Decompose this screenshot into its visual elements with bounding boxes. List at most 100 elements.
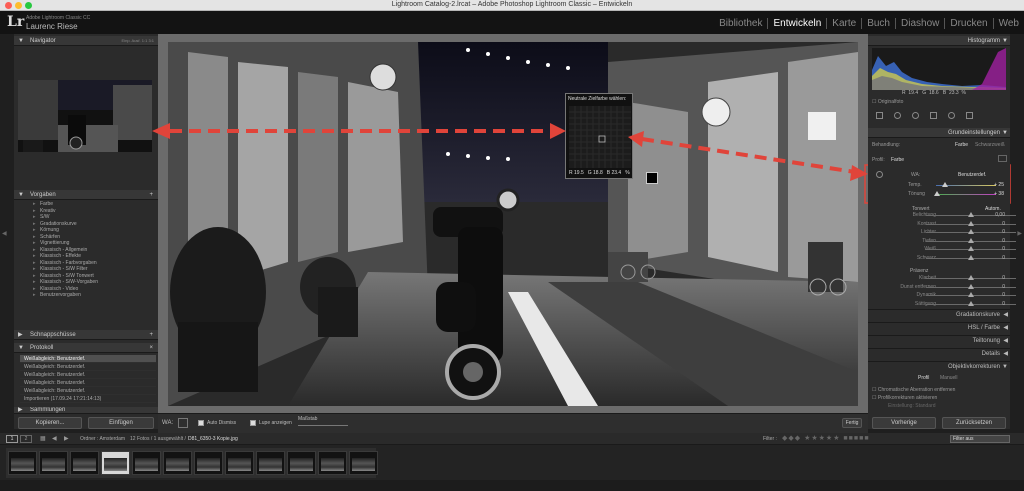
- forward-icon[interactable]: ▶: [64, 435, 69, 442]
- graduated-filter-icon[interactable]: [930, 112, 937, 119]
- history-step[interactable]: Weißabgleich: Benutzerdef.: [20, 387, 156, 395]
- history-step[interactable]: Weißabgleich: Benutzerdef.: [20, 355, 156, 363]
- slider-value[interactable]: 0,00: [995, 212, 1005, 218]
- history-step[interactable]: Weißabgleich: Benutzerdef.: [20, 371, 156, 379]
- slider-knob[interactable]: [968, 246, 974, 251]
- treatment-bw-option[interactable]: Schwarzweiß: [975, 142, 1005, 148]
- navigator-zoom-options[interactable]: Einp. Ausf. 1:1 3:1: [122, 36, 154, 46]
- clear-history-icon[interactable]: ×: [149, 343, 153, 353]
- add-snapshot-icon[interactable]: +: [149, 330, 153, 340]
- filmstrip-thumbnail[interactable]: [39, 451, 68, 475]
- show-loupe-checkbox[interactable]: [250, 420, 256, 426]
- paste-settings-button[interactable]: Einfügen: [88, 417, 154, 429]
- lens-tab-profile[interactable]: Profil: [918, 375, 929, 381]
- back-icon[interactable]: ◀: [52, 435, 57, 442]
- hsl-section[interactable]: HSL / Farbe ◀: [868, 322, 1010, 333]
- filmstrip-thumbnail[interactable]: [318, 451, 347, 475]
- filmstrip-thumbnail[interactable]: [163, 451, 192, 475]
- lens-tab-manual[interactable]: Manuell: [940, 375, 958, 381]
- lens-option-profile[interactable]: ☐ Profilkorrekturen aktivieren: [872, 395, 937, 401]
- history-step[interactable]: Weißabgleich: Benutzerdef.: [20, 379, 156, 387]
- history-header[interactable]: ▼ Protokoll ×: [14, 343, 158, 353]
- navigator-header[interactable]: ▼ Navigator Einp. Ausf. 1:1 3:1: [14, 36, 158, 46]
- photo-view[interactable]: [168, 42, 858, 406]
- slider-knob[interactable]: [968, 292, 974, 297]
- slider-value[interactable]: 0: [1002, 292, 1005, 298]
- original-photo-toggle[interactable]: ☐ Originalfoto: [872, 99, 903, 105]
- tint-slider-track[interactable]: [936, 194, 996, 195]
- spot-removal-icon[interactable]: [894, 112, 901, 119]
- module-buch[interactable]: Buch: [861, 18, 895, 29]
- rating-filter-stars[interactable]: ◆◆◆ ★★★★★ ■■■■■: [782, 434, 870, 442]
- reset-button[interactable]: Zurücksetzen: [942, 417, 1006, 429]
- slider-value[interactable]: 0: [1002, 275, 1005, 281]
- collections-header[interactable]: ▶ Sammlungen: [14, 407, 158, 414]
- copy-settings-button[interactable]: Kopieren...: [18, 417, 82, 429]
- filter-dropdown[interactable]: Filter aus: [950, 435, 1010, 443]
- auto-dismiss-checkbox[interactable]: [198, 420, 204, 426]
- filmstrip-source[interactable]: Ordner : Amsterdam: [80, 436, 125, 442]
- scale-slider[interactable]: [298, 425, 348, 426]
- slider-value[interactable]: 0: [1002, 238, 1005, 244]
- filmstrip-thumbnail[interactable]: [70, 451, 99, 475]
- done-button[interactable]: Fertig: [842, 418, 862, 428]
- tint-slider-knob[interactable]: [934, 191, 940, 196]
- slider-knob[interactable]: [968, 229, 974, 234]
- profile-dropdown[interactable]: Farbe: [891, 157, 904, 163]
- radial-filter-icon[interactable]: [948, 112, 955, 119]
- histogram-header[interactable]: Histogramm ▼: [868, 36, 1010, 46]
- wb-eyedropper-icon[interactable]: [876, 171, 883, 178]
- filmstrip-thumbnail[interactable]: [225, 451, 254, 475]
- brush-icon[interactable]: [966, 112, 973, 119]
- crop-icon[interactable]: [876, 112, 883, 119]
- add-preset-icon[interactable]: +: [149, 190, 153, 200]
- tint-value[interactable]: + 38: [994, 191, 1004, 197]
- window-1-button[interactable]: 1: [6, 435, 18, 443]
- module-entwickeln[interactable]: Entwickeln: [767, 18, 826, 29]
- detail-section[interactable]: Details ◀: [868, 348, 1010, 359]
- presets-header[interactable]: ▼ Vorgaben +: [14, 190, 158, 200]
- right-panel-toggle-icon[interactable]: ▶: [1017, 230, 1022, 237]
- profile-browser-icon[interactable]: [998, 155, 1007, 162]
- module-web[interactable]: Web: [992, 18, 1024, 29]
- red-eye-icon[interactable]: [912, 112, 919, 119]
- wb-dropdown[interactable]: Benutzerdef.: [958, 172, 986, 178]
- slider-knob[interactable]: [968, 212, 974, 217]
- filmstrip-thumbnail[interactable]: [101, 451, 130, 475]
- slider-knob[interactable]: [968, 254, 974, 260]
- lens-option-ca[interactable]: ☐ Chromatische Aberration entfernen: [872, 387, 955, 393]
- basic-header[interactable]: Grundeinstellungen ▼: [868, 128, 1010, 138]
- split-toning-section[interactable]: Teiltonung ◀: [868, 335, 1010, 346]
- snapshots-header[interactable]: ▶ Schnappschüsse +: [14, 330, 158, 340]
- history-step[interactable]: Weißabgleich: Benutzerdef.: [20, 363, 156, 371]
- slider-value[interactable]: 0: [1002, 229, 1005, 235]
- window-2-button[interactable]: 2: [20, 435, 32, 443]
- slider-value[interactable]: 0: [1002, 221, 1005, 227]
- navigator-preview[interactable]: [18, 80, 152, 152]
- module-diashow[interactable]: Diashow: [895, 18, 944, 29]
- filmstrip-thumbnail[interactable]: [194, 451, 223, 475]
- filmstrip-thumbnail[interactable]: [349, 451, 378, 475]
- slider-knob[interactable]: [968, 220, 974, 226]
- module-drucken[interactable]: Drucken: [944, 18, 992, 29]
- filmstrip-filename[interactable]: D81_6350-3 Kopie.jpg: [188, 436, 238, 442]
- temp-value[interactable]: + 25: [994, 182, 1004, 188]
- filmstrip-thumbnail[interactable]: [287, 451, 316, 475]
- slider-value[interactable]: 0: [1002, 284, 1005, 290]
- eyedropper-icon[interactable]: [178, 418, 188, 428]
- slider-value[interactable]: 0: [1002, 301, 1005, 307]
- filmstrip-thumbnail[interactable]: [132, 451, 161, 475]
- preset-folder[interactable]: Benutzervorgaben: [14, 292, 158, 299]
- slider-knob[interactable]: [968, 237, 974, 243]
- module-karte[interactable]: Karte: [826, 18, 861, 29]
- lens-corrections-section[interactable]: Objektivkorrekturen ▼: [868, 361, 1010, 372]
- histogram-graph[interactable]: [872, 48, 1006, 90]
- treatment-color-option[interactable]: Farbe: [955, 142, 968, 148]
- filmstrip-scrollbar[interactable]: [0, 480, 1024, 491]
- slider-knob[interactable]: [968, 283, 974, 289]
- previous-button[interactable]: Vorherige: [872, 417, 936, 429]
- module-bibliothek[interactable]: Bibliothek: [714, 18, 767, 29]
- slider-value[interactable]: 0: [1002, 246, 1005, 252]
- filmstrip-thumbnail[interactable]: [256, 451, 285, 475]
- left-panel-toggle-icon[interactable]: ◀: [2, 230, 7, 237]
